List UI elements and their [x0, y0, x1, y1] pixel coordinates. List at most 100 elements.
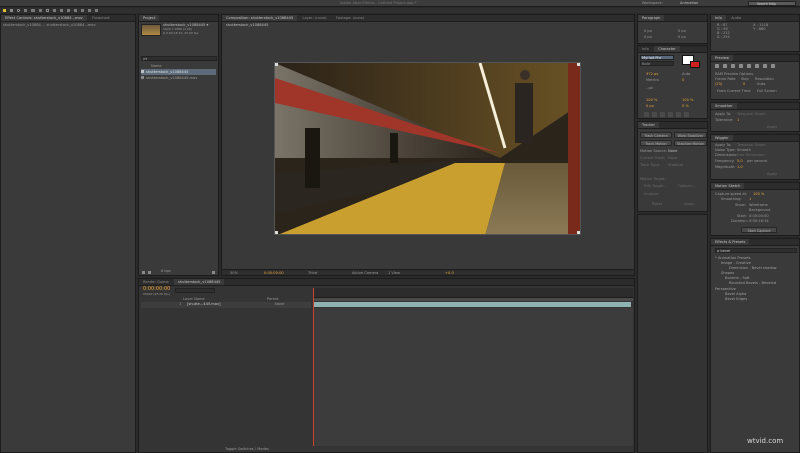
tab-info[interactable]: Info [711, 15, 726, 21]
effects-tree-item[interactable]: Bevel Edges [725, 296, 797, 302]
project-bpc[interactable]: 8 bpc [161, 269, 171, 274]
effects-search-input[interactable]: ρ bevel [715, 248, 797, 253]
transform-handle-br[interactable] [577, 231, 580, 234]
stroke-color-swatch[interactable] [690, 61, 700, 68]
stroke-width[interactable]: - px [646, 86, 653, 91]
motion-source-select[interactable]: None [668, 149, 677, 154]
kerning[interactable]: Metrics [646, 78, 659, 83]
faux-italic-icon[interactable] [652, 112, 657, 117]
composition-subtab[interactable]: shutterstock_v1088445 [226, 23, 268, 28]
stabilize-motion-button[interactable]: Stabilize Motion [674, 140, 707, 146]
roto-brush-tool-icon[interactable] [88, 9, 91, 12]
brush-tool-icon[interactable] [67, 9, 70, 12]
trash-icon[interactable] [212, 271, 215, 274]
tab-render-queue[interactable]: Render Queue [139, 279, 173, 285]
first-frame-icon[interactable] [715, 64, 719, 68]
camera-tool-icon[interactable] [31, 9, 35, 12]
font-style-select[interactable]: Bold [640, 61, 674, 66]
transform-handle-bl[interactable] [275, 231, 278, 234]
space-after[interactable]: 0 px [678, 35, 686, 40]
transform-handle-tr[interactable] [577, 63, 580, 66]
superscript-icon[interactable] [676, 112, 681, 117]
smoother-tolerance-value[interactable]: 1 [737, 118, 739, 123]
shape-tool-icon[interactable] [46, 9, 49, 12]
tab-effect-controls[interactable]: Effect Controls: shutterstock_v10884...m… [1, 15, 87, 21]
layer-name[interactable]: [shutte...445.mov] [187, 302, 221, 307]
capture-speed-value[interactable]: 100 % [753, 192, 764, 197]
apply-button[interactable]: Apply [684, 202, 694, 207]
resolution-value[interactable]: Auto [757, 82, 765, 87]
composition-viewer-frame[interactable] [274, 62, 581, 235]
prev-frame-icon[interactable] [723, 64, 727, 68]
project-search-input[interactable]: ρ▾ [141, 56, 217, 61]
tab-wiggler[interactable]: Wiggler [711, 135, 733, 141]
new-folder-icon[interactable] [148, 271, 151, 274]
search-help-input[interactable]: Search Help [748, 1, 796, 6]
track-motion-button[interactable]: Track Motion [640, 140, 672, 146]
play-icon[interactable] [731, 64, 735, 68]
magnitude-value[interactable]: 1.0 [737, 165, 743, 170]
camera-select[interactable]: Active Camera [352, 271, 378, 275]
show-background-checkbox[interactable]: Background [749, 208, 770, 213]
indent-right[interactable]: 0 px [678, 29, 686, 34]
audio-icon[interactable] [755, 64, 759, 68]
tab-info-small[interactable]: Info [638, 46, 653, 52]
workspace-select[interactable]: Animation [680, 1, 698, 6]
timeline-layer-row[interactable]: 1 [shutte...445.mov] None [141, 302, 311, 308]
puppet-tool-icon[interactable] [95, 9, 98, 12]
layer-parent[interactable]: None [275, 302, 284, 307]
tracking[interactable]: 0 [682, 78, 684, 83]
eraser-tool-icon[interactable] [81, 9, 84, 12]
zoom-tool-icon[interactable] [17, 9, 20, 12]
start-capture-button[interactable]: Start Capture [741, 227, 777, 233]
hand-tool-icon[interactable] [10, 9, 13, 12]
ram-preview-icon[interactable] [771, 64, 775, 68]
tab-effects-presets[interactable]: Effects & Presets [711, 239, 750, 245]
smoother-apply-to-select[interactable]: Temporal Graph [737, 112, 766, 117]
next-frame-icon[interactable] [739, 64, 743, 68]
baseline-shift[interactable]: 0 px [646, 104, 654, 109]
skip-value[interactable]: 0 [743, 82, 745, 87]
tab-flowchart[interactable]: Flowchart [88, 15, 114, 21]
dimensions-select[interactable]: One Dimension [737, 153, 765, 158]
tab-character[interactable]: Character [654, 46, 680, 52]
subscript-icon[interactable] [684, 112, 689, 117]
indent-left[interactable]: 0 px [644, 29, 652, 34]
tab-layer[interactable]: Layer: (none) [298, 15, 330, 21]
options-button[interactable]: Options... [678, 184, 695, 189]
track-type-select[interactable]: Stabilize [668, 163, 683, 168]
loop-icon[interactable] [763, 64, 767, 68]
selection-tool-icon[interactable] [3, 9, 6, 12]
tab-tracker[interactable]: Tracker [638, 122, 659, 128]
leading[interactable]: Auto [682, 72, 690, 77]
zoom-select[interactable]: 50% [230, 271, 238, 275]
viewer-timecode[interactable]: 0:00:00:00 [264, 271, 284, 275]
full-screen-checkbox[interactable]: Full Screen [757, 89, 777, 94]
timeline-search-input[interactable] [175, 288, 215, 293]
resolution-select[interactable]: Third [308, 271, 317, 275]
font-family-select[interactable]: Myriad Pro [640, 55, 674, 60]
playhead-line[interactable] [313, 288, 314, 446]
faux-bold-icon[interactable] [644, 112, 649, 117]
work-area-bar[interactable] [313, 298, 633, 301]
tab-preview[interactable]: Preview [711, 55, 733, 61]
vertical-scale[interactable]: 100 % [646, 98, 657, 103]
interpret-footage-icon[interactable] [142, 271, 145, 274]
warp-stabilizer-button[interactable]: Warp Stabilizer [674, 132, 707, 138]
project-list-item[interactable]: shutterstock_v1088445.mov [141, 75, 216, 81]
frame-rate-value[interactable]: (25) [715, 82, 722, 87]
toggle-switches-modes[interactable]: Toggle Switches / Modes [225, 447, 269, 452]
all-caps-icon[interactable] [660, 112, 665, 117]
tab-composition[interactable]: Composition: shutterstock_v1088445 [222, 15, 298, 21]
from-current-time-checkbox[interactable]: From Current Time [717, 89, 750, 94]
wiggler-apply-button[interactable]: Apply [767, 172, 777, 177]
tab-audio[interactable]: Audio [727, 15, 745, 21]
edit-target-button[interactable]: Edit Target... [644, 184, 667, 189]
rotate-tool-icon[interactable] [24, 9, 27, 12]
tab-motion-sketch[interactable]: Motion Sketch [711, 183, 745, 189]
smoother-apply-button[interactable]: Apply [767, 125, 777, 130]
small-caps-icon[interactable] [668, 112, 673, 117]
tab-paragraph[interactable]: Paragraph [638, 15, 665, 21]
tab-smoother[interactable]: Smoother [711, 103, 737, 109]
tsume[interactable]: 0 % [682, 104, 689, 109]
